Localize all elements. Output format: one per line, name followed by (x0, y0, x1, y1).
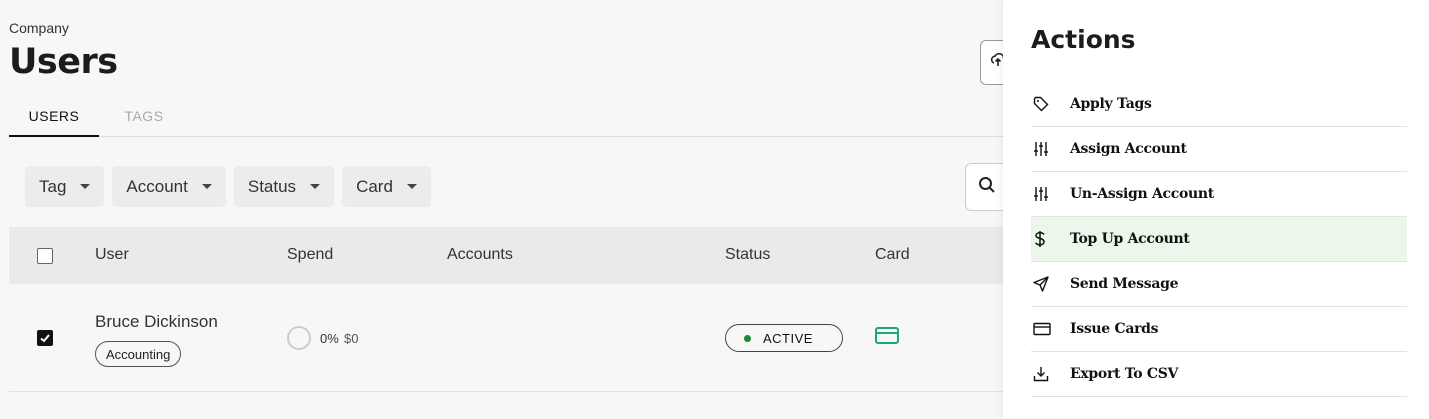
tab-bar: USERS TAGS (9, 96, 1003, 137)
action-assign-account[interactable]: Assign Account (1031, 127, 1407, 172)
spend-percent: 0% (320, 331, 339, 346)
action-label: Send Message (1070, 276, 1179, 292)
action-label: Apply Tags (1070, 96, 1152, 112)
caret-down-icon (201, 184, 212, 189)
column-header-card[interactable]: Card (875, 246, 910, 264)
column-header-user[interactable]: User (95, 246, 129, 264)
actions-panel: Actions Apply Tags Assign Account Un-Ass… (1003, 0, 1429, 419)
user-name[interactable]: Bruce Dickinson (95, 312, 218, 332)
filter-tag-dropdown[interactable]: Tag (25, 166, 105, 207)
tab-users[interactable]: USERS (9, 96, 99, 137)
row-checkbox[interactable] (37, 330, 53, 346)
select-all-checkbox[interactable] (37, 248, 53, 264)
caret-down-icon (80, 184, 91, 189)
users-page: Company Users USERS TAGS Tag Account Sta… (0, 0, 1020, 419)
filter-account-dropdown[interactable]: Account (112, 166, 226, 207)
spend-amount: $0 (344, 331, 359, 346)
action-label: Un-Assign Account (1070, 186, 1214, 202)
table-row[interactable]: Bruce Dickinson Accounting 0% $0 ACTIVE (9, 284, 1003, 392)
column-header-accounts[interactable]: Accounts (447, 246, 513, 264)
caret-down-icon (310, 184, 321, 189)
filter-label: Account (126, 176, 188, 196)
tab-tags[interactable]: TAGS (109, 96, 179, 136)
status-badge: ACTIVE (725, 324, 843, 352)
filter-label: Status (247, 176, 297, 196)
filter-label: Tag (39, 176, 67, 196)
action-label: Assign Account (1070, 141, 1187, 157)
page-title: Users (9, 42, 118, 82)
action-issue-cards[interactable]: Issue Cards (1031, 307, 1407, 352)
filter-status-dropdown[interactable]: Status (233, 166, 335, 207)
download-icon (1031, 366, 1070, 382)
action-label: Top Up Account (1070, 231, 1190, 247)
action-label: Issue Cards (1070, 321, 1159, 337)
send-icon (1031, 276, 1070, 292)
action-unassign-account[interactable]: Un-Assign Account (1031, 172, 1407, 217)
filter-label: Card (356, 176, 393, 196)
action-apply-tags[interactable]: Apply Tags (1031, 82, 1407, 127)
checkmark-icon (40, 334, 50, 343)
user-tag-chip[interactable]: Accounting (95, 341, 182, 367)
tag-icon (1031, 96, 1070, 112)
action-label: Export To CSV (1070, 366, 1179, 382)
breadcrumb[interactable]: Company (9, 20, 69, 36)
filter-bar: Tag Account Status Card (25, 166, 431, 207)
dollar-icon (1031, 230, 1070, 248)
card-icon (1031, 322, 1070, 336)
sliders-icon (1031, 186, 1070, 202)
panel-title: Actions (1031, 25, 1136, 54)
column-header-spend[interactable]: Spend (287, 246, 333, 264)
column-header-status[interactable]: Status (725, 246, 770, 264)
caret-down-icon (406, 184, 417, 189)
table-header: User Spend Accounts Status Card (9, 227, 1003, 284)
action-top-up-account[interactable]: Top Up Account (1031, 217, 1407, 262)
status-dot-icon (744, 334, 751, 342)
credit-card-icon[interactable] (875, 326, 899, 351)
action-send-message[interactable]: Send Message (1031, 262, 1407, 307)
spend-progress-ring (287, 326, 311, 350)
filter-card-dropdown[interactable]: Card (342, 166, 431, 207)
search-icon (978, 176, 996, 199)
action-list: Apply Tags Assign Account Un-Assign Acco… (1031, 82, 1407, 397)
sliders-icon (1031, 141, 1070, 157)
action-export-csv[interactable]: Export To CSV (1031, 352, 1407, 397)
status-label: ACTIVE (763, 330, 813, 346)
